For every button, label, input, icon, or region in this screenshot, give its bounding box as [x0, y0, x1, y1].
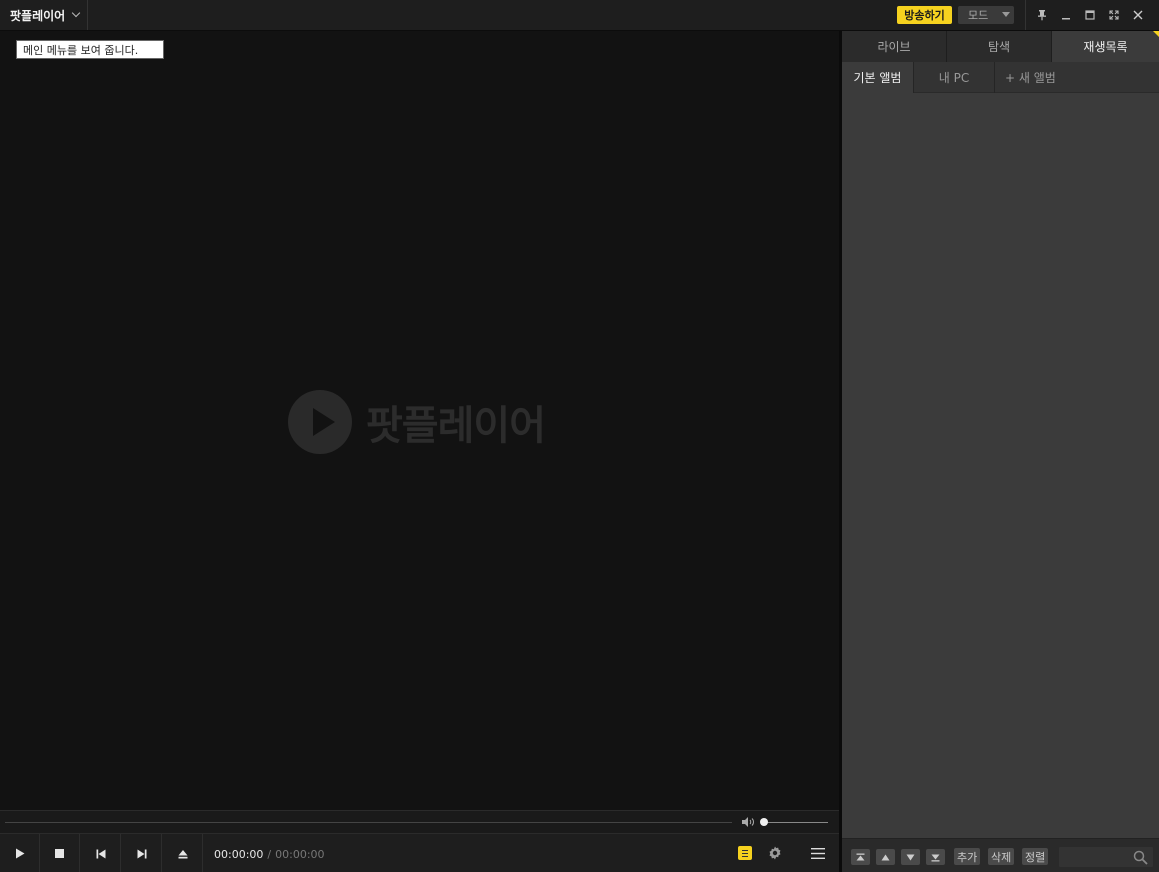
- tab-explore[interactable]: 탐색: [947, 31, 1052, 62]
- chevron-down-icon: [71, 8, 81, 18]
- move-down-button[interactable]: [901, 849, 920, 865]
- tab-playlist-label: 재생목록: [1083, 40, 1128, 54]
- move-to-bottom-button[interactable]: [926, 849, 945, 865]
- move-top-icon: [856, 853, 865, 860]
- tab-my-pc[interactable]: 내 PC: [914, 62, 995, 93]
- main-menu-button[interactable]: 팟플레이어: [0, 0, 88, 30]
- playlist-toolbar: 추가 삭제 정렬: [842, 838, 1159, 872]
- seek-bar[interactable]: [5, 822, 732, 823]
- volume-slider[interactable]: [764, 822, 828, 823]
- title-bar: 팟플레이어 방송하기 모드: [0, 0, 1159, 31]
- volume-slider-handle[interactable]: [760, 818, 768, 826]
- play-button[interactable]: [0, 834, 40, 872]
- seek-row: [0, 810, 839, 833]
- tab-default-album[interactable]: 기본 앨범: [842, 62, 914, 93]
- gear-icon[interactable]: [767, 845, 783, 861]
- player-logo: 팟플레이어: [288, 390, 546, 454]
- move-down-icon: [906, 854, 915, 860]
- tab-live[interactable]: 라이브: [842, 31, 947, 62]
- move-up-icon: [881, 854, 890, 860]
- divider: [1025, 0, 1026, 30]
- next-button[interactable]: [122, 834, 162, 872]
- add-button[interactable]: 추가: [954, 848, 981, 865]
- logo-text: 팟플레이어: [366, 403, 546, 449]
- play-logo-icon: [288, 390, 352, 454]
- app-name: 팟플레이어: [10, 8, 66, 23]
- time-display: 00:00:00/00:00:00: [214, 848, 325, 861]
- lyrics-icon[interactable]: [738, 846, 752, 860]
- search-input[interactable]: [1063, 849, 1127, 865]
- album-tabs: 기본 앨범 내 PC + 새 앨범: [842, 62, 1159, 93]
- eject-button[interactable]: [163, 834, 203, 872]
- panel-tabs: 라이브 탐색 재생목록: [842, 31, 1159, 62]
- playlist-search: [1058, 846, 1154, 868]
- time-separator: /: [267, 848, 272, 861]
- delete-button[interactable]: 삭제: [988, 848, 1015, 865]
- dropdown-arrow-icon: [1002, 12, 1010, 17]
- volume-icon[interactable]: [741, 816, 755, 828]
- previous-button[interactable]: [81, 834, 121, 872]
- playlist-panel: 라이브 탐색 재생목록 기본 앨범 내 PC + 새 앨범 추가 삭제 정렬: [842, 31, 1159, 872]
- control-bar: 00:00:00/00:00:00: [0, 833, 839, 872]
- current-time: 00:00:00: [214, 848, 264, 861]
- sort-button[interactable]: 정렬: [1022, 848, 1049, 865]
- mode-label: 모드: [968, 9, 989, 22]
- new-album-button[interactable]: + 새 앨범: [995, 62, 1159, 93]
- pin-icon[interactable]: [1034, 7, 1050, 23]
- close-icon[interactable]: [1130, 7, 1146, 23]
- hamburger-menu-icon[interactable]: [811, 848, 825, 859]
- broadcast-button[interactable]: 방송하기: [897, 6, 952, 24]
- stop-button[interactable]: [40, 834, 80, 872]
- eject-icon: [178, 849, 187, 858]
- tooltip: 메인 메뉴를 보여 줍니다.: [16, 40, 164, 59]
- search-icon[interactable]: [1133, 850, 1148, 865]
- play-icon: [15, 848, 24, 859]
- next-icon: [137, 849, 146, 858]
- previous-icon: [96, 849, 105, 858]
- tab-playlist[interactable]: 재생목록: [1052, 31, 1159, 62]
- video-area[interactable]: 팟플레이어: [0, 31, 839, 810]
- corner-indicator-icon: [1153, 31, 1159, 37]
- maximize-icon[interactable]: [1082, 7, 1098, 23]
- mode-dropdown[interactable]: 모드: [958, 6, 1014, 24]
- stop-icon: [55, 849, 64, 858]
- minimize-icon[interactable]: [1058, 7, 1074, 23]
- move-up-button[interactable]: [876, 849, 895, 865]
- total-time: 00:00:00: [275, 848, 325, 861]
- fullscreen-icon[interactable]: [1106, 7, 1122, 23]
- move-to-top-button[interactable]: [851, 849, 870, 865]
- move-bottom-icon: [931, 854, 940, 861]
